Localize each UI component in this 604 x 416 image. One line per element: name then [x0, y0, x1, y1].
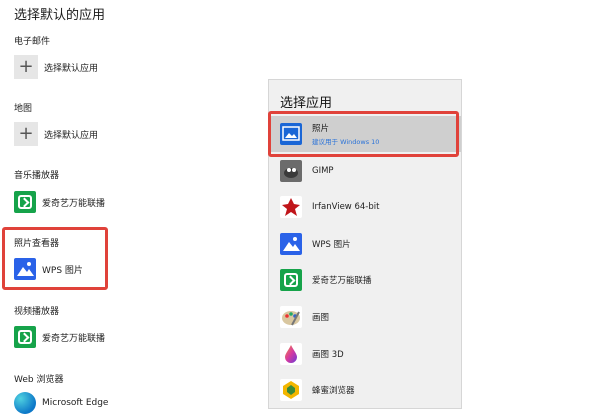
flyout-item-paint-label: 画图 — [312, 313, 330, 323]
browser-default-app-row[interactable]: Microsoft Edge — [14, 390, 108, 416]
flyout-item-iqiyi-label: 爱奇艺万能联播 — [312, 276, 372, 286]
flyout-item-gimp[interactable]: GIMP — [269, 153, 461, 189]
flyout-item-honey-browser[interactable]: 蜂蜜浏览器 — [269, 372, 461, 408]
honey-browser-icon — [280, 379, 302, 401]
section-label-maps: 地图 — [14, 104, 33, 114]
email-app-label: 选择默认应用 — [44, 63, 99, 74]
photos-selected-highlight — [268, 111, 459, 157]
edge-icon — [14, 392, 36, 414]
iqiyi-icon — [280, 269, 302, 291]
gimp-icon — [280, 160, 302, 182]
plus-icon: + — [14, 55, 38, 79]
maps-default-app-row[interactable]: + 选择默认应用 — [14, 121, 98, 147]
browser-app-label: Microsoft Edge — [42, 398, 109, 408]
wps-image-icon — [280, 233, 302, 255]
section-label-video: 视频播放器 — [14, 307, 60, 317]
flyout-item-gimp-label: GIMP — [312, 166, 334, 176]
plus-icon: + — [14, 122, 38, 146]
flyout-item-iqiyi[interactable]: 爱奇艺万能联播 — [269, 262, 461, 298]
video-default-app-row[interactable]: 爱奇艺万能联播 — [14, 324, 105, 350]
flyout-item-paint3d-label: 画图 3D — [312, 350, 344, 360]
flyout-item-wps[interactable]: WPS 图片 — [269, 226, 461, 262]
flyout-title: 选择应用 — [280, 96, 333, 111]
section-label-music: 音乐播放器 — [14, 171, 60, 181]
iqiyi-icon — [14, 326, 36, 348]
section-label-email: 电子邮件 — [14, 37, 51, 47]
flyout-item-paint[interactable]: 画图 — [269, 299, 461, 335]
iqiyi-icon — [14, 191, 36, 213]
irfanview-icon — [280, 196, 302, 218]
photo-viewer-highlight — [2, 227, 108, 290]
section-label-browser: Web 浏览器 — [14, 375, 64, 385]
paint-icon — [280, 306, 302, 328]
flyout-item-irfanview-label: IrfanView 64-bit — [312, 202, 380, 212]
email-default-app-row[interactable]: + 选择默认应用 — [14, 54, 98, 80]
music-default-app-row[interactable]: 爱奇艺万能联播 — [14, 189, 105, 215]
flyout-item-paint3d[interactable]: 画图 3D — [269, 336, 461, 372]
maps-app-label: 选择默认应用 — [44, 130, 99, 141]
flyout-item-irfanview[interactable]: IrfanView 64-bit — [269, 189, 461, 225]
music-app-label: 爱奇艺万能联播 — [42, 198, 106, 209]
paint3d-icon — [280, 343, 302, 365]
flyout-item-honey-browser-label: 蜂蜜浏览器 — [312, 386, 355, 396]
video-app-label: 爱奇艺万能联播 — [42, 333, 106, 344]
page-title: 选择默认的应用 — [14, 8, 106, 23]
flyout-item-wps-label: WPS 图片 — [312, 240, 351, 250]
